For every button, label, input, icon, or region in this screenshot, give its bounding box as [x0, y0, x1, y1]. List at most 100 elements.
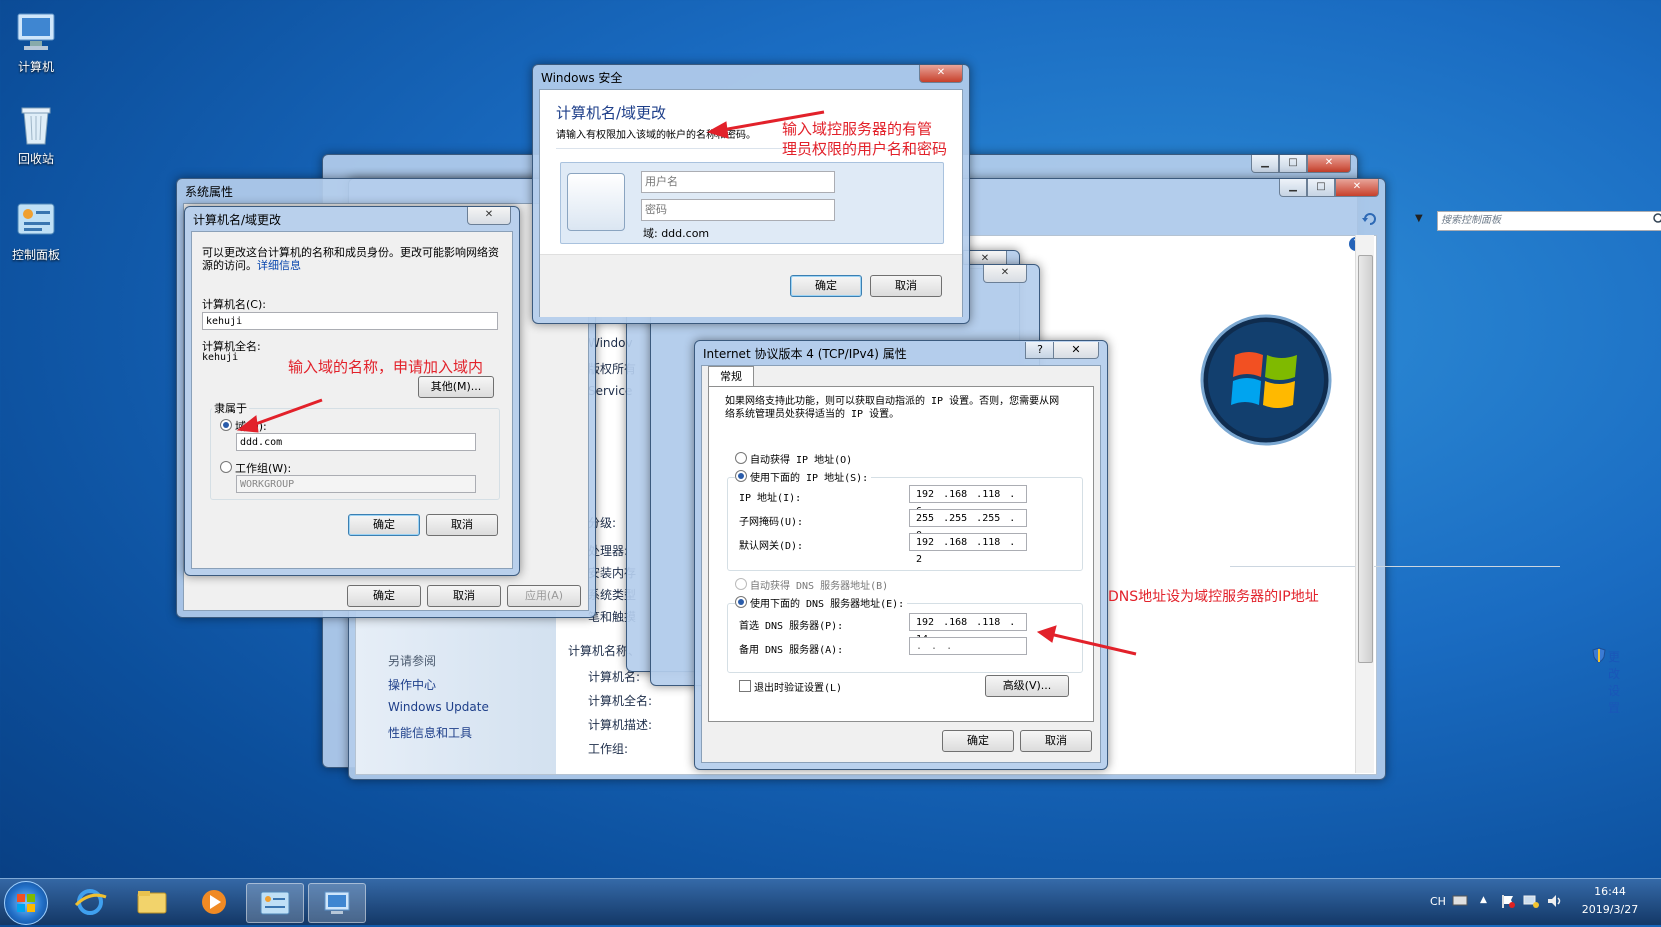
auto-dns-label: 自动获得 DNS 服务器地址(B): [750, 581, 889, 592]
show-hidden-icons-icon[interactable]: ▲: [1480, 895, 1487, 905]
computer-name-input[interactable]: kehuji: [202, 312, 498, 330]
scrollbar[interactable]: [1355, 235, 1374, 773]
taskbar-network[interactable]: [308, 883, 366, 923]
minimize-button[interactable]: ▁: [1251, 155, 1279, 173]
cancel-button[interactable]: 取消: [426, 514, 498, 536]
user-avatar-icon: [567, 173, 625, 231]
windows-flag-icon: [17, 894, 35, 912]
maximize-button[interactable]: □: [1279, 155, 1307, 173]
use-ip-radio[interactable]: 使用下面的 IP 地址(S):: [735, 469, 872, 484]
see-also-action-center[interactable]: 操作中心: [388, 676, 436, 693]
gateway-input[interactable]: 192 .168 .118 . 2: [909, 533, 1027, 565]
taskbar-media-player[interactable]: [186, 883, 242, 921]
desktop-icon-label: 回收站: [17, 152, 54, 166]
tcpip-properties-dialog: Internet 协议版本 4 (TCP/IPv4) 属性 ? ✕ 常规 如果网…: [694, 340, 1108, 770]
subnet-mask-label: 子网掩码(U):: [739, 517, 804, 528]
security-prompt: 请输入有权限加入该域的帐户的名称和密码。: [556, 130, 756, 141]
refresh-icon[interactable]: [1359, 209, 1381, 229]
username-input[interactable]: 用户名: [641, 171, 835, 193]
workgroup-label: 工作组(W):: [235, 462, 292, 475]
full-name-value: kehuji: [202, 352, 239, 363]
recycle-bin-icon: [14, 102, 58, 146]
desktop-icon-label: 计算机: [17, 60, 54, 74]
taskbar-control-panel[interactable]: [246, 883, 304, 923]
cancel-button[interactable]: 取消: [870, 275, 942, 297]
validate-label: 退出时验证设置(L): [754, 683, 843, 694]
volume-icon[interactable]: [1546, 893, 1564, 912]
annotation-credentials-2: 理员权限的用户名和密码: [782, 140, 948, 158]
subnet-mask-input[interactable]: 255 .255 .255 . 0: [909, 509, 1027, 541]
close-button[interactable]: ✕: [919, 65, 963, 83]
help-button[interactable]: ?: [1025, 342, 1055, 359]
advanced-button[interactable]: 高级(V)...: [985, 675, 1069, 697]
change-settings-link[interactable]: 更改设置: [1608, 648, 1620, 716]
start-button[interactable]: [4, 881, 48, 925]
ok-button[interactable]: 确定: [347, 585, 421, 607]
more-button[interactable]: 其他(M)...: [418, 376, 494, 398]
use-dns-radio[interactable]: 使用下面的 DNS 服务器地址(E):: [735, 595, 908, 610]
ip-address-input[interactable]: 192 .168 .118 . 6: [909, 485, 1027, 517]
domain-radio[interactable]: 域(D):: [220, 418, 267, 434]
desktop-icon-computer[interactable]: 计算机: [0, 10, 72, 75]
cancel-button[interactable]: 取消: [1020, 730, 1092, 752]
minimize-button[interactable]: ▁: [1279, 179, 1307, 197]
alternate-dns-input[interactable]: . . .: [909, 637, 1027, 655]
auto-dns-radio[interactable]: 自动获得 DNS 服务器地址(B): [735, 577, 888, 592]
tab-general[interactable]: 常规: [708, 366, 754, 387]
ip-address-label: IP 地址(I):: [739, 493, 802, 504]
close-button[interactable]: ✕: [1335, 179, 1379, 197]
description-text: 可以更改这台计算机的名称和成员身份。更改可能影响网络资源的访问。: [202, 246, 499, 272]
search-input[interactable]: 搜索控制面板: [1437, 211, 1661, 231]
tcpip-body: 常规 如果网络支持此功能，则可以获取自动指派的 IP 设置。否则，您需要从网络系…: [701, 365, 1101, 763]
apply-button[interactable]: 应用(A): [507, 585, 581, 607]
ok-button[interactable]: 确定: [942, 730, 1014, 752]
close-button[interactable]: ✕: [467, 207, 511, 225]
address-dropdown-arrow-icon[interactable]: ▼: [1415, 213, 1423, 224]
desktop-icon-recycle-bin[interactable]: 回收站: [0, 102, 72, 167]
clock-time[interactable]: 16:44: [1580, 885, 1640, 898]
dialog-title: 计算机名/域更改: [193, 213, 282, 227]
workgroup-radio[interactable]: 工作组(W):: [220, 460, 291, 476]
search-icon: [1653, 213, 1661, 230]
taskbar-ie[interactable]: [62, 883, 118, 921]
maximize-button[interactable]: □: [1307, 179, 1335, 197]
auto-ip-radio[interactable]: 自动获得 IP 地址(O): [735, 451, 852, 466]
desktop-icon-control-panel[interactable]: 控制面板: [0, 198, 72, 263]
action-center-flag-icon[interactable]: [1500, 893, 1516, 912]
control-panel-icon: [260, 891, 290, 915]
gateway-label: 默认网关(D):: [739, 541, 804, 552]
see-also-heading: 另请参阅: [388, 654, 437, 668]
desktop-icon-label: 控制面板: [11, 248, 60, 262]
dialog-title: Internet 协议版本 4 (TCP/IPv4) 属性: [703, 347, 907, 361]
use-ip-label: 使用下面的 IP 地址(S):: [750, 473, 869, 484]
validate-checkbox[interactable]: 退出时验证设置(L): [739, 679, 842, 694]
close-button[interactable]: ✕: [1053, 342, 1099, 359]
network-tray-icon[interactable]: [1522, 893, 1540, 912]
preferred-dns-input[interactable]: 192 .168 .118 . 14: [909, 613, 1027, 645]
ok-button[interactable]: 确定: [348, 514, 420, 536]
name-change-dialog: 计算机名/域更改 ✕ 可以更改这台计算机的名称和成员身份。更改可能影响网络资源的…: [184, 206, 520, 576]
password-input[interactable]: 密码: [641, 199, 835, 221]
close-button[interactable]: ✕: [983, 265, 1027, 283]
radio-unselected: [735, 452, 747, 464]
credential-tile: 用户名 密码 域: ddd.com: [560, 162, 944, 244]
workgroup-input[interactable]: WORKGROUP: [236, 475, 476, 493]
close-button[interactable]: ✕: [1307, 155, 1351, 173]
annotation-domain-name: 输入域的名称，申请加入域内: [288, 358, 484, 376]
see-also-windows-update[interactable]: Windows Update: [388, 700, 489, 714]
windows-security-dialog: Windows 安全 ✕ 计算机名/域更改 请输入有权限加入该域的帐户的名称和密…: [532, 64, 970, 324]
ok-button[interactable]: 确定: [790, 275, 862, 297]
keyboard-icon[interactable]: [1452, 893, 1468, 910]
clock-date[interactable]: 2019/3/27: [1572, 903, 1648, 916]
details-link[interactable]: 详细信息: [257, 259, 301, 272]
cp-full-name-label: 计算机全名:: [588, 694, 653, 708]
folder-icon: [137, 891, 167, 914]
language-indicator[interactable]: CH: [1430, 895, 1446, 908]
taskbar-explorer[interactable]: [124, 883, 180, 921]
cancel-button[interactable]: 取消: [427, 585, 501, 607]
scrollbar-thumb[interactable]: [1358, 255, 1373, 663]
see-also-performance[interactable]: 性能信息和工具: [388, 724, 472, 741]
security-heading: 计算机名/域更改: [556, 104, 667, 122]
domain-input[interactable]: ddd.com: [236, 433, 476, 451]
window-caption-buttons: ✕: [467, 207, 511, 225]
